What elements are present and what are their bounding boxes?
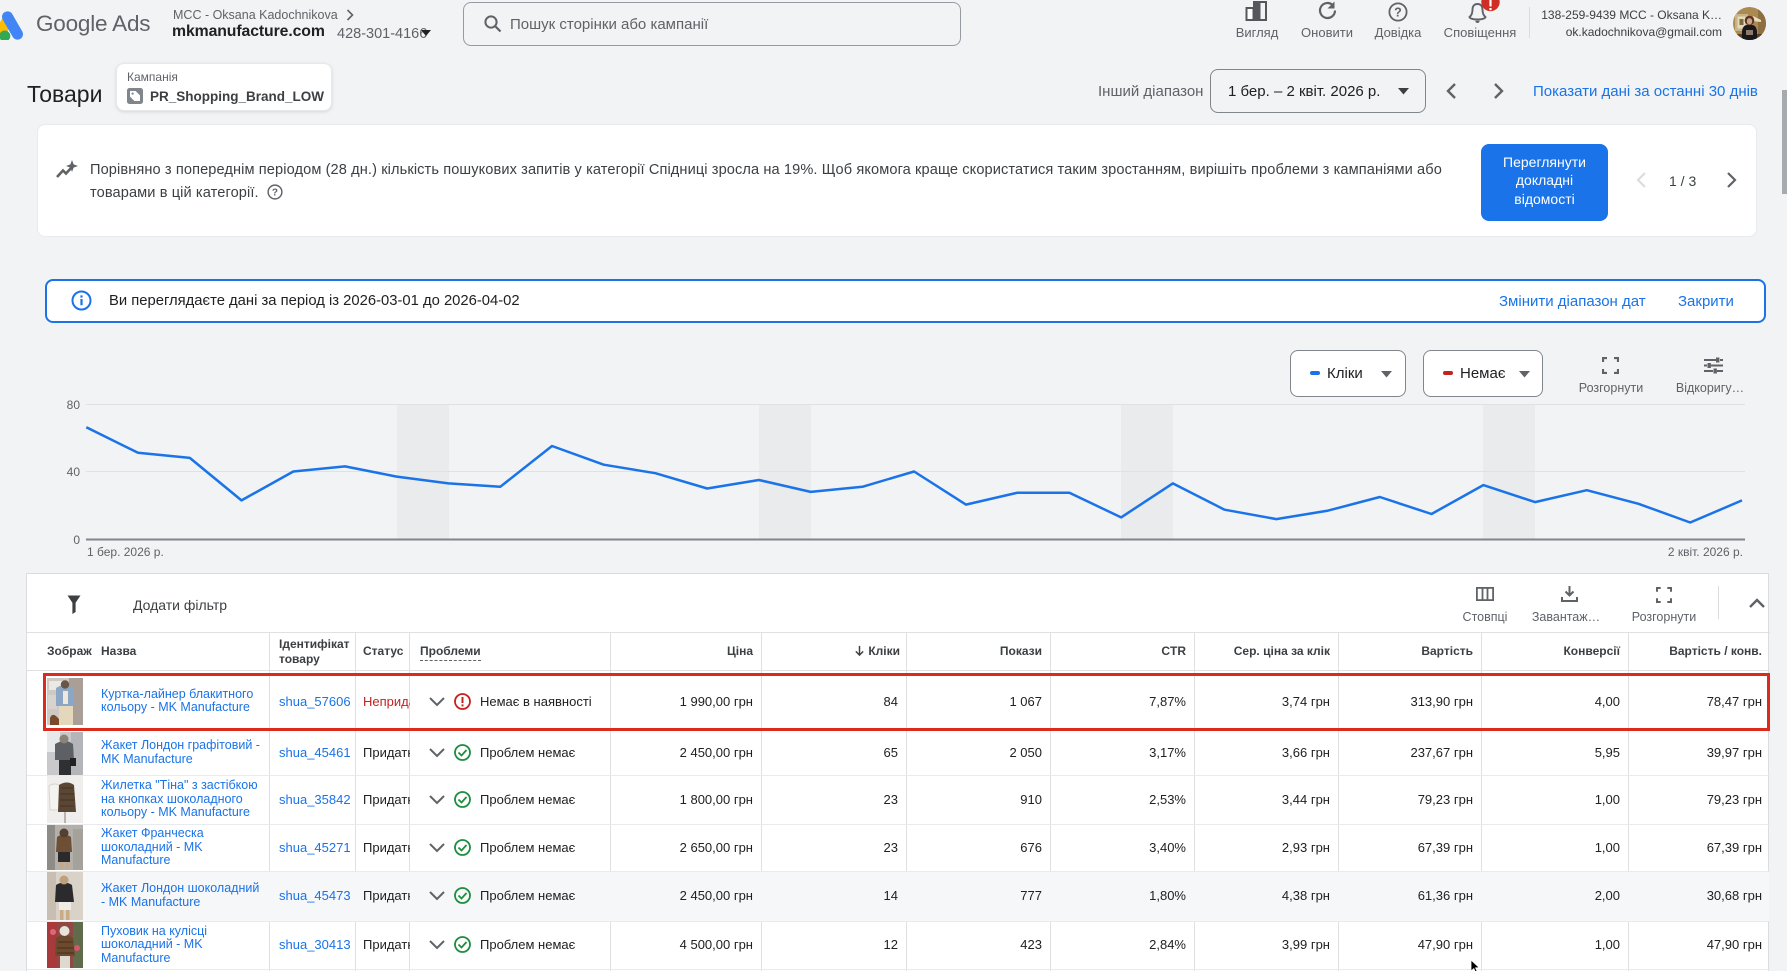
svg-text:0: 0 <box>73 533 80 547</box>
svg-text:?: ? <box>1394 6 1402 20</box>
svg-text:1 бер. 2026 р.: 1 бер. 2026 р. <box>87 545 164 559</box>
svg-text:80: 80 <box>67 398 81 412</box>
svg-text:40: 40 <box>67 465 81 479</box>
svg-text:?: ? <box>272 188 278 199</box>
svg-text:2 квіт. 2026 р.: 2 квіт. 2026 р. <box>1668 545 1743 559</box>
